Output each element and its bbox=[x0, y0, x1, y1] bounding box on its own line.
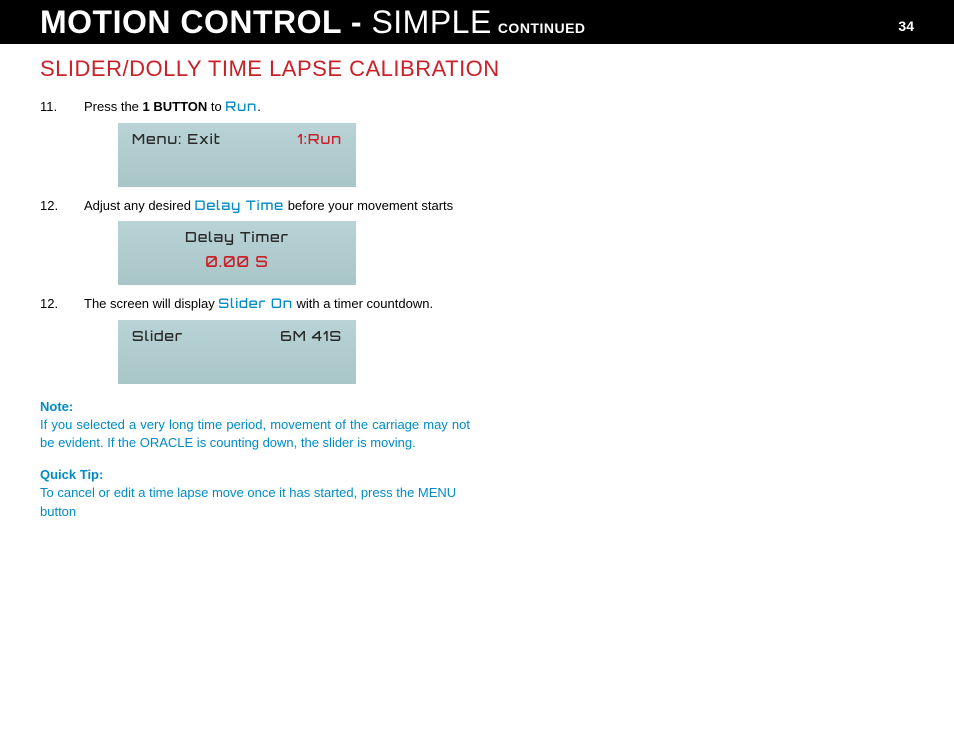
lcd-inline-text: Run bbox=[225, 99, 257, 115]
lcd-row: Menu: Exit 1:Run bbox=[132, 131, 342, 148]
lcd-screen-2: Delay Timer 0.00 S bbox=[118, 221, 356, 285]
step-text: with a timer countdown. bbox=[293, 296, 433, 311]
step-number: 12. bbox=[40, 197, 84, 216]
note-text: If you selected a very long time period,… bbox=[40, 416, 470, 452]
lcd-delay-title: Delay Timer bbox=[132, 229, 342, 246]
step-text: to bbox=[207, 99, 225, 114]
step-number: 11. bbox=[40, 98, 84, 117]
page-header: MOTION CONTROL - SIMPLE CONTINUED 34 bbox=[0, 0, 954, 44]
lcd-screen-1: Menu: Exit 1:Run bbox=[118, 123, 356, 187]
lcd-menu-exit: Menu: Exit bbox=[132, 131, 221, 148]
note-block: Note: If you selected a very long time p… bbox=[40, 398, 470, 453]
header-subtitle: CONTINUED bbox=[498, 20, 586, 44]
tip-text: To cancel or edit a time lapse move once… bbox=[40, 484, 470, 520]
lcd-row: Slider 6M 41S bbox=[132, 328, 342, 345]
step-body: Adjust any desired Delay Time before you… bbox=[84, 197, 453, 216]
lcd-delay-value: 0.00 S bbox=[132, 252, 342, 271]
section-title: SLIDER/DOLLY TIME LAPSE CALIBRATION bbox=[40, 56, 914, 82]
lcd-timer-value: 6M 41S bbox=[280, 328, 342, 345]
tip-label: Quick Tip: bbox=[40, 466, 470, 484]
step-text: . bbox=[257, 99, 261, 114]
header-title: MOTION CONTROL - SIMPLE bbox=[40, 4, 492, 41]
step-body: The screen will display Slider On with a… bbox=[84, 295, 433, 314]
header-title-main: MOTION CONTROL - bbox=[40, 4, 371, 40]
lcd-run: 1:Run bbox=[297, 131, 342, 148]
step-12a: 12. Adjust any desired Delay Time before… bbox=[40, 197, 914, 216]
step-body: Press the 1 BUTTON to Run. bbox=[84, 98, 261, 117]
step-12b: 12. The screen will display Slider On wi… bbox=[40, 295, 914, 314]
note-label: Note: bbox=[40, 398, 470, 416]
page-number: 34 bbox=[898, 18, 914, 34]
lcd-inline-text: Slider On bbox=[218, 296, 292, 312]
step-text: Press the bbox=[84, 99, 143, 114]
content-area: SLIDER/DOLLY TIME LAPSE CALIBRATION 11. … bbox=[0, 44, 954, 521]
step-text: The screen will display bbox=[84, 296, 218, 311]
tip-block: Quick Tip: To cancel or edit a time laps… bbox=[40, 466, 470, 521]
step-11: 11. Press the 1 BUTTON to Run. bbox=[40, 98, 914, 117]
step-bold: 1 BUTTON bbox=[143, 99, 208, 114]
lcd-slider-label: Slider bbox=[132, 328, 183, 345]
step-number: 12. bbox=[40, 295, 84, 314]
step-text: before your movement starts bbox=[284, 198, 453, 213]
lcd-screen-3: Slider 6M 41S bbox=[118, 320, 356, 384]
lcd-inline-text: Delay Time bbox=[195, 198, 285, 214]
header-title-light: SIMPLE bbox=[371, 4, 491, 40]
step-text: Adjust any desired bbox=[84, 198, 195, 213]
